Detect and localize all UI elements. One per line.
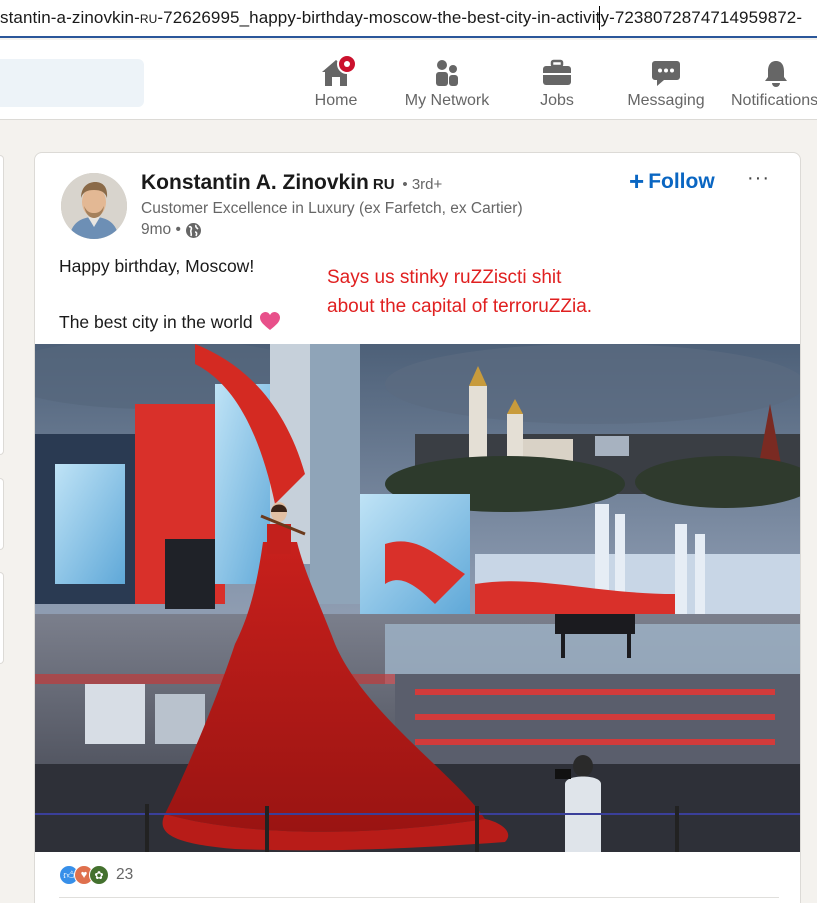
- search-input[interactable]: [0, 59, 144, 107]
- reactions-summary[interactable]: 👍︎ ♥ ✿ 23: [59, 863, 133, 887]
- left-sidebar-card: [0, 478, 4, 550]
- nav-messaging[interactable]: Messaging: [620, 40, 712, 120]
- nav-messaging-label: Messaging: [627, 92, 705, 109]
- concert-stage-photo: [35, 344, 800, 852]
- url-text[interactable]: stantin-a-zinovkin-RU-72626995_happy-bir…: [0, 8, 802, 28]
- nav-notifications[interactable]: Notifications: [729, 40, 817, 120]
- nav-home[interactable]: Home: [296, 40, 376, 120]
- nav-home-label: Home: [314, 92, 358, 109]
- author-photo: [61, 173, 127, 239]
- globe-icon: [185, 222, 201, 238]
- author-name[interactable]: Konstantin A. Zinovkin RU • 3rd+: [141, 171, 442, 195]
- post-text-line: The best city in the world: [59, 311, 281, 333]
- author-tag: RU: [372, 176, 395, 193]
- post-text: The best city in the world: [59, 312, 253, 332]
- follow-button[interactable]: + Follow: [629, 166, 715, 197]
- red-annotation: Says us stinky ruZZiscti shit about the …: [327, 263, 592, 321]
- left-sidebar-card: [0, 572, 4, 664]
- heart-emoji-icon: [259, 312, 280, 330]
- browser-address-bar[interactable]: stantin-a-zinovkin-RU-72626995_happy-bir…: [0, 0, 817, 38]
- reaction-count[interactable]: 23: [116, 866, 133, 884]
- nav-jobs-label: Jobs: [540, 92, 574, 109]
- nav-jobs[interactable]: Jobs: [521, 40, 593, 120]
- avatar[interactable]: [61, 173, 127, 239]
- post-meta: 9mo •: [141, 221, 202, 239]
- url-prefix: stantin-a-zinovkin-: [0, 8, 140, 27]
- author-headline: Customer Excellence in Luxury (ex Farfet…: [141, 200, 523, 217]
- post-text-line: Happy birthday, Moscow!: [59, 256, 255, 276]
- author-name-text: Konstantin A. Zinovkin: [141, 171, 369, 194]
- jobs-icon: [543, 59, 571, 85]
- network-icon: [436, 60, 458, 86]
- notification-badge: [337, 54, 357, 74]
- follow-label: Follow: [648, 170, 715, 193]
- post-image[interactable]: [35, 344, 800, 852]
- divider: [59, 897, 779, 898]
- text-caret: [599, 6, 600, 30]
- plus-icon: +: [629, 166, 645, 196]
- bell-icon: [765, 61, 787, 87]
- left-sidebar-card: [0, 155, 4, 455]
- url-ru-tag: RU: [139, 12, 158, 26]
- top-navigation: Home My Network Jobs Messaging Notificat…: [0, 40, 817, 120]
- url-suffix: -72626995_happy-birthday-moscow-the-best…: [157, 8, 803, 27]
- connection-degree: • 3rd+: [402, 176, 443, 193]
- post-time: 9mo •: [141, 221, 181, 238]
- nav-notifications-label: Notifications: [731, 92, 817, 109]
- feed-post: Konstantin A. Zinovkin RU • 3rd+ Customer…: [34, 152, 801, 903]
- annotation-line: Says us stinky ruZZiscti shit: [327, 267, 562, 288]
- more-options-button[interactable]: ···: [747, 167, 770, 190]
- support-icon: ✿: [89, 865, 109, 885]
- messaging-icon: [652, 61, 680, 86]
- nav-my-network-label: My Network: [404, 92, 490, 109]
- nav-my-network[interactable]: My Network: [396, 40, 498, 120]
- annotation-line: about the capital of terroruZZia.: [327, 296, 593, 317]
